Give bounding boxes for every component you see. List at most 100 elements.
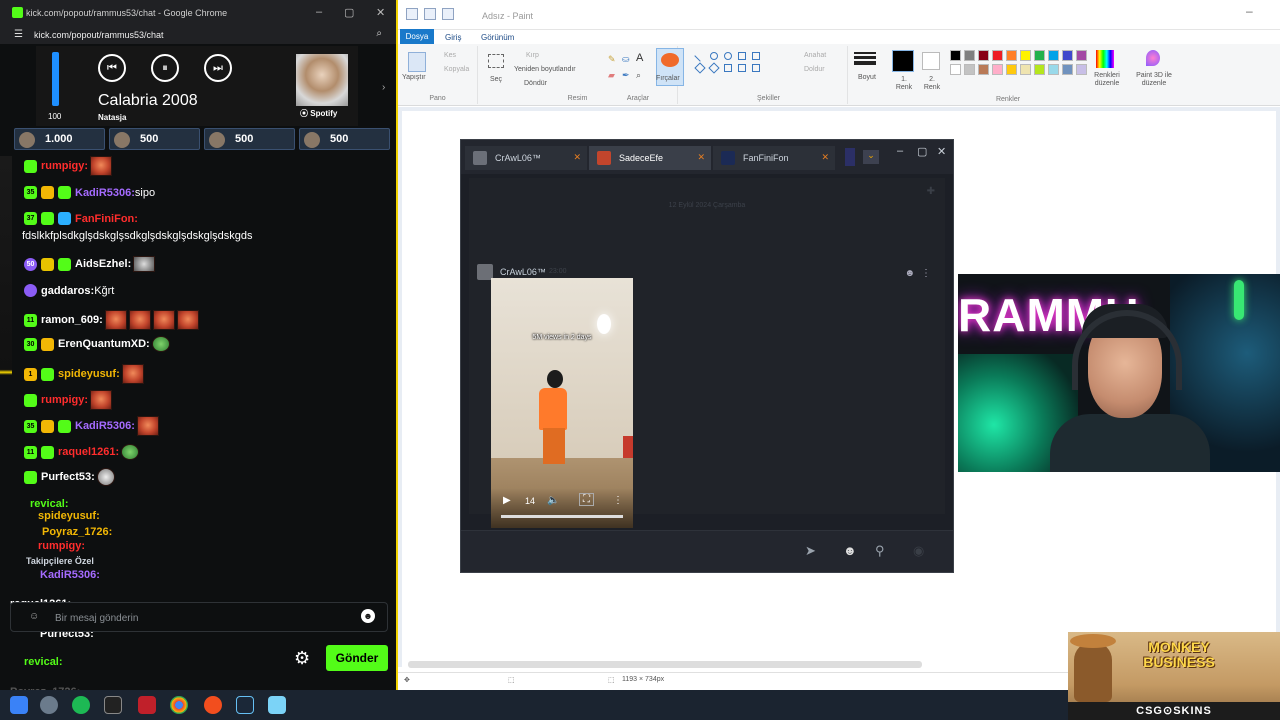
close-icon[interactable]: ✕: [937, 145, 946, 158]
paste-button[interactable]: Yapıştır: [402, 74, 426, 81]
more-icon[interactable]: ⋮: [613, 495, 623, 506]
chat-username[interactable]: raquel1261:: [58, 446, 119, 458]
paint3d-button[interactable]: Paint 3D ile düzenle: [1134, 72, 1174, 88]
color-swatch[interactable]: [1006, 50, 1017, 61]
chat-username[interactable]: rumpigy:: [41, 394, 88, 406]
chat-username[interactable]: gaddaros:: [41, 285, 94, 297]
color-swatch[interactable]: [1062, 50, 1073, 61]
chat-username[interactable]: Takipçilere Özel: [26, 556, 94, 566]
copy-button[interactable]: Kopyala: [444, 66, 469, 73]
video-embed[interactable]: 5M views in 2 days ▶ 14 🔈 ⛶ ⋮: [491, 278, 633, 528]
chevron-down-icon[interactable]: ⌄: [863, 150, 879, 164]
color-swatch[interactable]: [1034, 50, 1045, 61]
undo-icon[interactable]: [424, 8, 436, 20]
size-icon[interactable]: [854, 50, 876, 66]
color-swatch[interactable]: [1076, 64, 1087, 75]
chat-username[interactable]: rumpigy:: [38, 540, 85, 552]
chat-username[interactable]: Poyraz_1726:: [42, 526, 112, 538]
tab-sadeceefe[interactable]: SadeceEfe ✕: [589, 146, 711, 170]
pentagon-icon[interactable]: [708, 62, 720, 74]
play-icon[interactable]: ▶: [503, 495, 511, 506]
leader-item[interactable]: 500: [109, 128, 200, 150]
send-button[interactable]: Gönder: [326, 645, 388, 671]
leader-item[interactable]: 500: [299, 128, 390, 150]
rotate-button[interactable]: Döndür: [524, 80, 547, 87]
minimize-icon[interactable]: –: [897, 145, 903, 157]
color-swatch[interactable]: [1062, 64, 1073, 75]
close-icon[interactable]: ✕: [821, 152, 829, 163]
chat-username[interactable]: KadiR5306:: [40, 569, 100, 581]
color-swatch[interactable]: [964, 64, 975, 75]
chrome-address-bar[interactable]: ☰ kick.com/popout/rammus53/chat ⌕: [0, 26, 396, 44]
rectangle-icon[interactable]: [738, 52, 746, 60]
chat-username[interactable]: spideyusuf:: [38, 510, 100, 522]
magnifier-icon[interactable]: ⌕: [636, 70, 641, 81]
search-icon[interactable]: [40, 696, 58, 714]
firefox-icon[interactable]: [204, 696, 222, 714]
maximize-icon[interactable]: ▢: [344, 6, 354, 19]
cut-button[interactable]: Kes: [444, 52, 456, 59]
rounded-rect-icon[interactable]: [752, 52, 760, 60]
crop-button[interactable]: Kırp: [526, 52, 539, 59]
attach-icon[interactable]: ⚲: [875, 543, 885, 559]
pencil-icon[interactable]: ✎: [608, 54, 616, 65]
picker-icon[interactable]: ✒: [622, 70, 630, 81]
chat-username[interactable]: AidsEzhel:: [75, 258, 131, 270]
chat-username[interactable]: spideyusuf:: [58, 368, 120, 380]
color-swatch[interactable]: [1006, 64, 1017, 75]
chat-username[interactable]: ramon_609:: [41, 314, 103, 326]
zoom-icon[interactable]: ⌕: [376, 28, 382, 39]
chat-username[interactable]: KadiR5306:: [75, 187, 135, 199]
steam-message-input[interactable]: ➤ ☻ ⚲ ◉: [461, 530, 953, 572]
color-swatch[interactable]: [978, 50, 989, 61]
fill-button[interactable]: Doldur: [804, 66, 825, 73]
horizontal-scrollbar[interactable]: [408, 661, 922, 668]
emoji-icon[interactable]: ☻: [361, 609, 375, 623]
brushes-button[interactable]: Fırçalar: [656, 48, 684, 86]
emoji-icon[interactable]: ☻: [843, 543, 857, 558]
pause-icon[interactable]: ⏸: [151, 54, 179, 82]
paint-icon[interactable]: [268, 696, 286, 714]
video-progress[interactable]: [501, 515, 623, 518]
text-icon[interactable]: A: [636, 52, 643, 64]
color2-label[interactable]: 2. Renk: [922, 76, 942, 92]
close-icon[interactable]: ✕: [573, 152, 581, 163]
menu-view[interactable]: Görünüm: [481, 33, 514, 42]
outline-button[interactable]: Anahat: [804, 52, 826, 59]
send-icon[interactable]: ➤: [805, 543, 816, 559]
color1-swatch[interactable]: [892, 50, 914, 72]
chat-input[interactable]: [55, 610, 335, 626]
color-swatch[interactable]: [1048, 50, 1059, 61]
color1-label[interactable]: 1. Renk: [894, 76, 914, 92]
eraser-icon[interactable]: ▰: [608, 70, 615, 81]
chat-username[interactable]: FanFiniFon:: [75, 213, 138, 225]
hexagon-icon[interactable]: [724, 64, 732, 72]
message-author[interactable]: CrAwL06™: [500, 267, 546, 277]
size-button[interactable]: Boyut: [858, 74, 876, 81]
app-icon[interactable]: [104, 696, 122, 714]
chat-username[interactable]: Purfect53:: [41, 471, 95, 483]
emoji-icon[interactable]: ☻: [904, 268, 915, 279]
app-icon[interactable]: [138, 696, 156, 714]
pin-icon[interactable]: ✚: [927, 186, 935, 197]
resize-button[interactable]: Yeniden boyutlandır: [514, 66, 576, 73]
sponsor-banner[interactable]: MONKEY BUSINESS CSG⊙SKINS: [1068, 632, 1280, 720]
steam-icon[interactable]: [236, 696, 254, 714]
chrome-icon[interactable]: [170, 696, 188, 714]
tab-crawl06[interactable]: CrAwL06™ ✕: [465, 146, 587, 170]
color-swatch[interactable]: [992, 64, 1003, 75]
star-icon[interactable]: [752, 64, 760, 72]
tab-fanfinifon[interactable]: FanFiniFon ✕: [713, 146, 835, 170]
chat-username[interactable]: ErenQuantumXD:: [58, 338, 150, 350]
color-swatch[interactable]: [992, 50, 1003, 61]
next-track-icon[interactable]: ⏭: [204, 54, 232, 82]
menu-file[interactable]: Dosya: [400, 29, 434, 44]
line-icon[interactable]: [694, 50, 706, 62]
edit-colors-button[interactable]: Renkleri düzenle: [1090, 72, 1124, 88]
spotify-icon[interactable]: [72, 696, 90, 714]
arrow-icon[interactable]: [738, 64, 746, 72]
fullscreen-icon[interactable]: ⛶: [579, 493, 594, 506]
close-icon[interactable]: ✕: [697, 152, 705, 163]
leader-item[interactable]: 1.000: [14, 128, 105, 150]
start-icon[interactable]: [10, 696, 28, 714]
